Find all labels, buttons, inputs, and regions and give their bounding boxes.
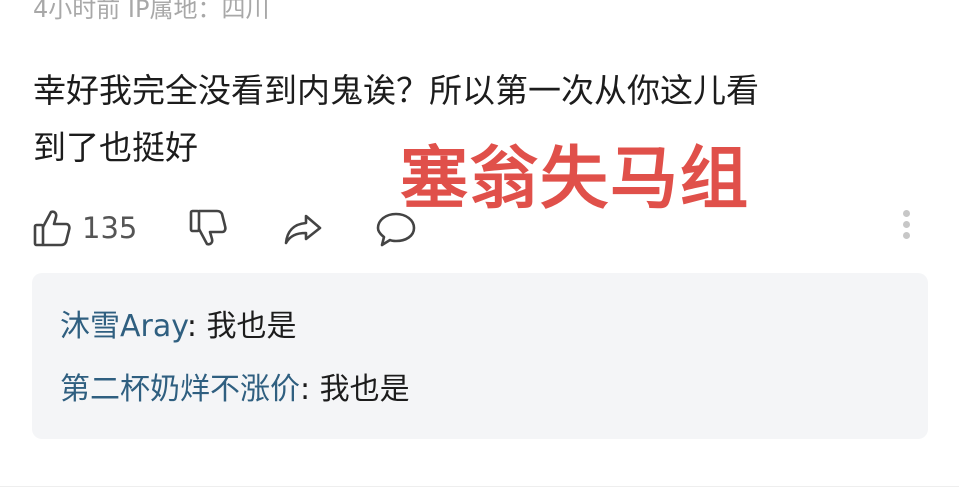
more-vertical-icon [894,210,918,239]
badge-image [732,0,882,10]
like-count: 135 [82,211,138,245]
share-button[interactable] [283,200,323,256]
reply-text: 我也是 [319,372,410,407]
reply-author[interactable]: 第二杯奶烊不涨价 [60,372,300,407]
share-icon [283,208,323,248]
thumbs-down-icon [188,208,228,248]
reply-separator: : [300,372,320,407]
reply-author[interactable]: 沐雪Aray [60,309,187,344]
dislike-button[interactable] [188,200,228,256]
reply-text: 我也是 [206,309,297,344]
comment-icon [375,208,417,248]
reply-button[interactable] [375,200,417,256]
reply-item[interactable]: 沐雪Aray: 我也是 [60,307,296,347]
thumbs-up-icon [32,208,72,248]
comment-actions: 135 [0,200,959,256]
like-button[interactable]: 135 [32,200,137,256]
divider [0,486,959,487]
comment-meta: 4小时前 IP属地：四川 [33,0,270,23]
reply-preview-box[interactable]: 沐雪Aray: 我也是 第二杯奶烊不涨价: 我也是 [32,273,928,439]
more-options-button[interactable] [894,206,918,246]
reply-item[interactable]: 第二杯奶烊不涨价: 我也是 [60,370,410,410]
reply-separator: : [186,309,207,344]
